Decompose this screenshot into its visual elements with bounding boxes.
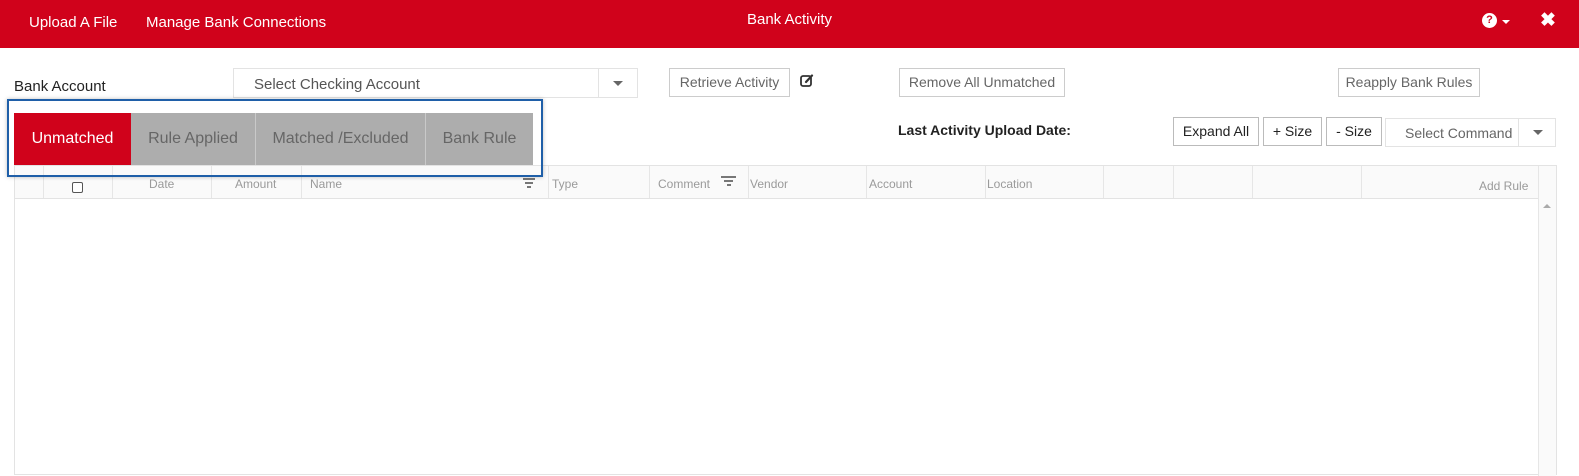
chevron-down-icon [1502, 19, 1510, 24]
filter-icon[interactable] [523, 178, 535, 190]
column-header-location[interactable]: Location [987, 177, 1032, 191]
checking-account-select[interactable]: Select Checking Account [233, 68, 638, 98]
chevron-down-icon [1533, 130, 1543, 135]
increase-size-button[interactable]: + Size [1263, 117, 1322, 146]
filter-icon[interactable] [721, 176, 736, 188]
column-header-account[interactable]: Account [869, 177, 912, 191]
scroll-up-arrow-icon[interactable] [1543, 204, 1551, 208]
expand-all-button[interactable]: Expand All [1173, 117, 1259, 146]
column-divider [748, 166, 749, 198]
column-divider [1173, 166, 1174, 198]
manage-bank-connections-link[interactable]: Manage Bank Connections [146, 14, 326, 31]
tabs-highlight-frame [7, 99, 543, 177]
column-header-amount[interactable]: Amount [235, 177, 276, 191]
remove-all-unmatched-button[interactable]: Remove All Unmatched [899, 68, 1065, 97]
bank-account-label: Bank Account [14, 78, 106, 95]
select-divider [598, 69, 599, 97]
command-select[interactable]: Select Command [1385, 118, 1556, 147]
column-divider [649, 166, 650, 198]
column-header-add-rule[interactable]: Add Rule [1479, 179, 1528, 193]
column-header-date[interactable]: Date [149, 177, 174, 191]
command-select-value: Select Command [1405, 125, 1513, 141]
edit-icon[interactable] [800, 74, 814, 88]
column-divider [1361, 166, 1362, 198]
column-divider [548, 166, 549, 198]
checking-account-select-value: Select Checking Account [254, 76, 420, 93]
retrieve-activity-button[interactable]: Retrieve Activity [669, 68, 790, 97]
column-divider [866, 166, 867, 198]
vertical-scrollbar[interactable] [1538, 166, 1556, 476]
select-all-checkbox[interactable] [72, 182, 83, 193]
last-activity-upload-date-label: Last Activity Upload Date: [898, 122, 1071, 138]
close-icon[interactable]: ✖ [1540, 10, 1556, 32]
help-icon: ? [1482, 13, 1497, 28]
decrease-size-button[interactable]: - Size [1326, 117, 1382, 146]
column-divider [1252, 166, 1253, 198]
column-divider [1103, 166, 1104, 198]
column-header-comment[interactable]: Comment [658, 177, 710, 191]
help-menu-button[interactable]: ? [1482, 13, 1510, 28]
select-divider [1518, 119, 1519, 146]
activity-grid: Date Amount Name Type Comment Vendor Acc… [14, 165, 1557, 476]
column-header-name[interactable]: Name [310, 177, 342, 191]
column-divider [985, 166, 986, 198]
chevron-down-icon [613, 81, 623, 86]
top-bar: Upload A File Manage Bank Connections Ba… [0, 0, 1579, 48]
upload-file-link[interactable]: Upload A File [29, 14, 117, 31]
column-header-vendor[interactable]: Vendor [750, 177, 788, 191]
column-header-type[interactable]: Type [552, 177, 578, 191]
reapply-bank-rules-button[interactable]: Reapply Bank Rules [1338, 68, 1480, 97]
